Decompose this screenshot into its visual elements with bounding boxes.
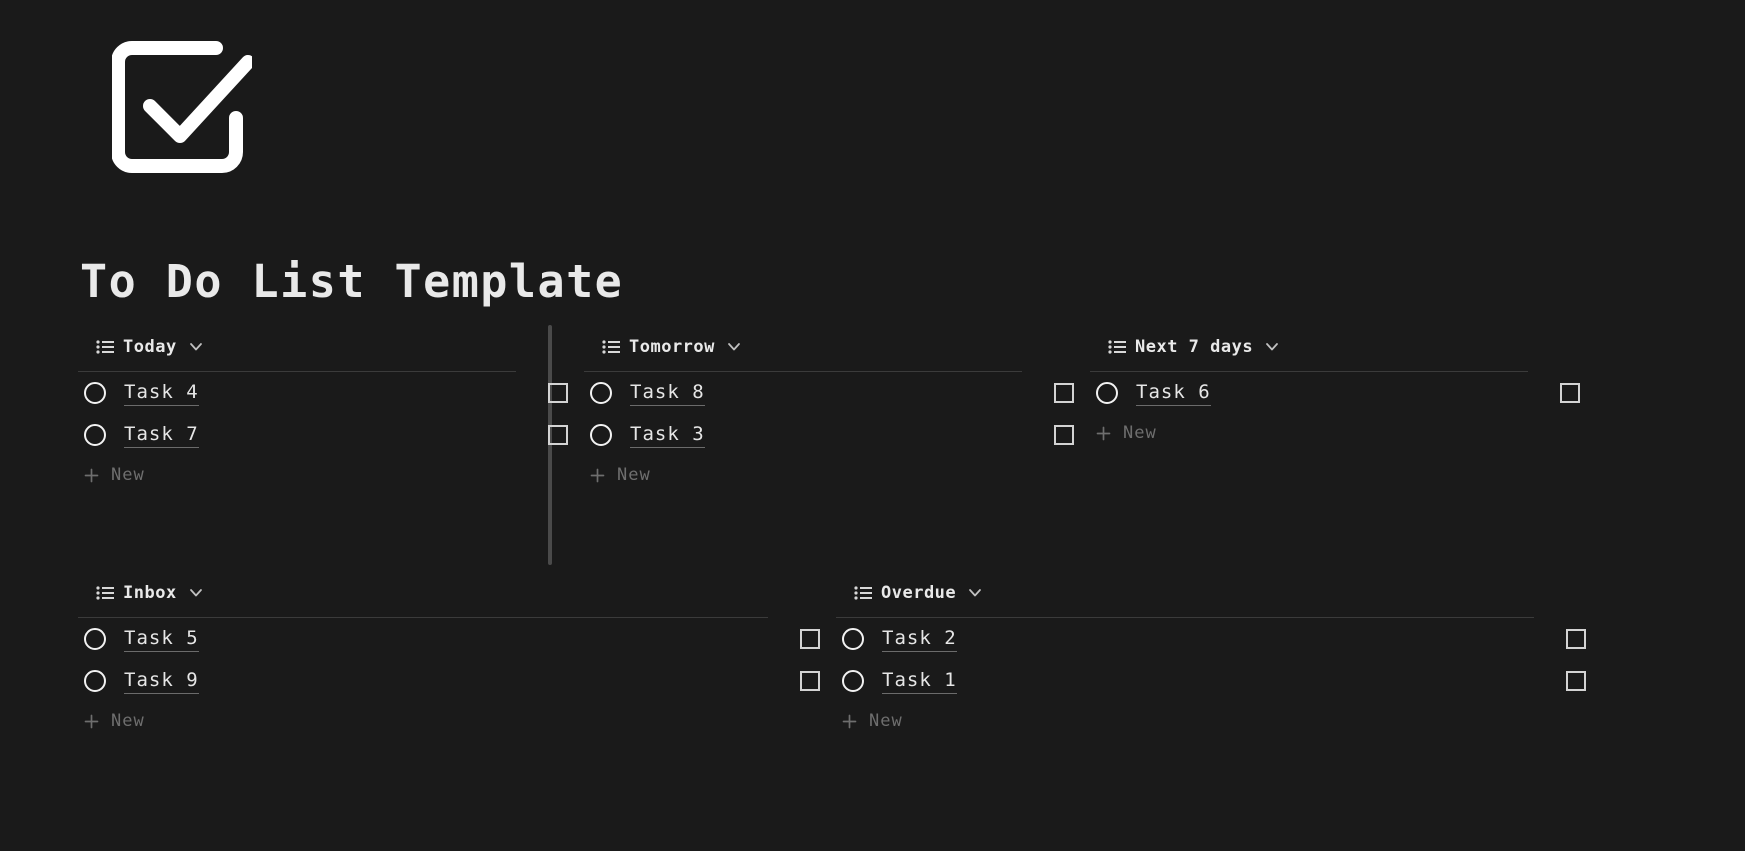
circle-status-icon[interactable] (84, 424, 106, 446)
checkbox-icon[interactable] (800, 629, 820, 649)
task-label[interactable]: Task 4 (124, 381, 199, 406)
circle-status-icon[interactable] (842, 670, 864, 692)
circle-status-icon[interactable] (590, 424, 612, 446)
chevron-down-icon[interactable] (1265, 342, 1279, 352)
list-icon (96, 340, 114, 354)
section-header-tomorrow[interactable]: Tomorrow (584, 325, 1084, 369)
list-icon (1108, 340, 1126, 354)
checkbox-icon[interactable] (548, 425, 568, 445)
task-label[interactable]: Task 3 (630, 423, 705, 448)
add-new-task-button[interactable]: New (78, 456, 578, 494)
task-label[interactable]: Task 8 (630, 381, 705, 406)
checkbox-icon[interactable] (1054, 425, 1074, 445)
page-title: To Do List Template (80, 255, 624, 308)
list-icon (602, 340, 620, 354)
plus-icon (842, 714, 857, 729)
section-header-next-7-days[interactable]: Next 7 days (1090, 325, 1590, 369)
add-new-task-button[interactable]: New (584, 456, 1084, 494)
checkbox-icon[interactable] (548, 383, 568, 403)
chevron-down-icon[interactable] (189, 588, 203, 598)
section-header-inbox[interactable]: Inbox (78, 571, 830, 615)
plus-icon (84, 468, 99, 483)
circle-status-icon[interactable] (842, 628, 864, 650)
circle-status-icon[interactable] (590, 382, 612, 404)
circle-status-icon[interactable] (84, 628, 106, 650)
section-header-overdue[interactable]: Overdue (836, 571, 1596, 615)
list-icon (854, 586, 872, 600)
table-row[interactable]: Task 6 (1090, 372, 1590, 414)
chevron-down-icon[interactable] (727, 342, 741, 352)
table-row[interactable]: Task 3 (584, 414, 1084, 456)
task-label[interactable]: Task 7 (124, 423, 199, 448)
table-row[interactable]: Task 7 (78, 414, 578, 456)
list-icon (96, 586, 114, 600)
table-row[interactable]: Task 4 (78, 372, 578, 414)
add-new-label: New (1123, 423, 1157, 443)
add-new-label: New (617, 465, 651, 485)
table-row[interactable]: Task 2 (836, 618, 1596, 660)
checkbox-icon[interactable] (1566, 671, 1586, 691)
task-label[interactable]: Task 6 (1136, 381, 1211, 406)
checkbox-icon[interactable] (1566, 629, 1586, 649)
checkbox-icon[interactable] (800, 671, 820, 691)
add-new-label: New (111, 711, 145, 731)
add-new-task-button[interactable]: New (1090, 414, 1590, 452)
task-label[interactable]: Task 1 (882, 669, 957, 694)
section-tomorrow: Tomorrow Task 8 Task 3 New (584, 325, 1084, 494)
circle-status-icon[interactable] (84, 382, 106, 404)
app-logo (111, 40, 255, 180)
section-title: Inbox (123, 583, 177, 603)
section-title: Tomorrow (629, 337, 715, 357)
board-row-top: Today Task 4 Task 7 New Tomorrow Task 8 … (0, 325, 1590, 494)
checkbox-icon[interactable] (1560, 383, 1580, 403)
section-title: Today (123, 337, 177, 357)
circle-status-icon[interactable] (1096, 382, 1118, 404)
add-new-task-button[interactable]: New (78, 702, 830, 740)
section-title: Next 7 days (1135, 337, 1254, 357)
plus-icon (1096, 426, 1111, 441)
chevron-down-icon[interactable] (189, 342, 203, 352)
table-row[interactable]: Task 8 (584, 372, 1084, 414)
add-new-label: New (111, 465, 145, 485)
add-new-label: New (869, 711, 903, 731)
task-label[interactable]: Task 2 (882, 627, 957, 652)
section-title: Overdue (881, 583, 957, 603)
checkbox-icon[interactable] (1054, 383, 1074, 403)
circle-status-icon[interactable] (84, 670, 106, 692)
table-row[interactable]: Task 5 (78, 618, 830, 660)
add-new-task-button[interactable]: New (836, 702, 1596, 740)
section-today: Today Task 4 Task 7 New (78, 325, 578, 494)
task-label[interactable]: Task 9 (124, 669, 199, 694)
section-overdue: Overdue Task 2 Task 1 New (836, 571, 1596, 740)
checkbox-check-icon (111, 41, 255, 173)
plus-icon (590, 468, 605, 483)
task-label[interactable]: Task 5 (124, 627, 199, 652)
chevron-down-icon[interactable] (968, 588, 982, 598)
plus-icon (84, 714, 99, 729)
table-row[interactable]: Task 9 (78, 660, 830, 702)
section-header-today[interactable]: Today (78, 325, 578, 369)
board-row-bottom: Inbox Task 5 Task 9 New Overdue Task 2 T… (0, 571, 1596, 740)
table-row[interactable]: Task 1 (836, 660, 1596, 702)
section-next-7-days: Next 7 days Task 6 New (1090, 325, 1590, 494)
section-inbox: Inbox Task 5 Task 9 New (78, 571, 830, 740)
